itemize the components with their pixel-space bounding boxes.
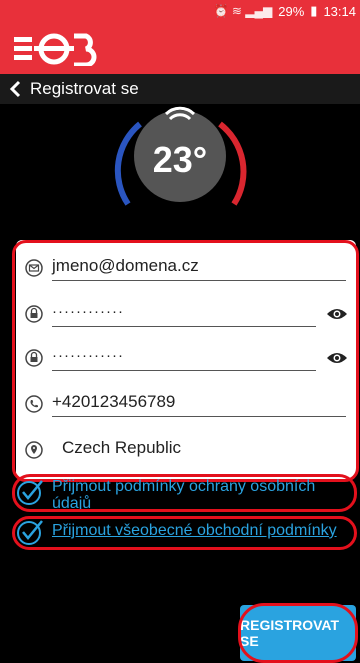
register-button[interactable]: REGISTROVAT SE	[240, 605, 356, 661]
brand-logo	[14, 33, 97, 66]
navigation-bar: Registrovat se	[0, 74, 360, 104]
phone-icon	[24, 394, 44, 414]
privacy-consent-row[interactable]: Přijmout podmínky ochrany osobních údajů	[16, 478, 356, 512]
battery-percentage: 29%	[278, 3, 305, 19]
app-header	[0, 22, 360, 74]
terms-checkbox-icon[interactable]	[16, 518, 44, 546]
password-input[interactable]: ············	[52, 301, 316, 327]
svg-text:23°: 23°	[153, 139, 207, 180]
battery-icon: ▮	[310, 3, 318, 18]
email-input[interactable]: jmeno@domena.cz	[52, 255, 346, 281]
phone-field[interactable]: +420123456789	[16, 384, 356, 424]
thermostat-dial: 23°	[100, 104, 260, 214]
privacy-consent-label[interactable]: Přijmout podmínky ochrany osobních údajů	[52, 478, 356, 512]
terms-consent-label[interactable]: Přijmout všeobecné obchodní podmínky	[52, 522, 337, 539]
location-pin-icon	[24, 440, 44, 460]
status-bar: ⏰ ≋ ▂▄▆ 29% ▮ 13:14	[0, 0, 360, 22]
phone-input[interactable]: +420123456789	[52, 391, 346, 417]
status-icons: ⏰ ≋ ▂▄▆	[213, 4, 273, 18]
registration-form: jmeno@domena.cz ············ ···········…	[16, 240, 356, 480]
back-icon[interactable]	[0, 74, 30, 104]
password-confirm-field[interactable]: ············	[16, 338, 356, 378]
email-icon	[24, 258, 44, 278]
thermostat-gauge-icon: 23°	[114, 106, 247, 206]
password-field[interactable]: ············	[16, 294, 356, 334]
show-password-confirm-eye-icon[interactable]	[326, 347, 348, 369]
lock-icon	[24, 304, 44, 324]
country-field[interactable]: Czech Republic	[16, 430, 356, 470]
country-select[interactable]: Czech Republic	[52, 437, 346, 463]
terms-consent-row[interactable]: Přijmout všeobecné obchodní podmínky	[16, 518, 356, 546]
password-confirm-input[interactable]: ············	[52, 345, 316, 371]
clock: 13:14	[323, 3, 356, 19]
page-title: Registrovat se	[30, 79, 139, 98]
lock-icon	[24, 348, 44, 368]
show-password-eye-icon[interactable]	[326, 303, 348, 325]
email-field[interactable]: jmeno@domena.cz	[16, 248, 356, 288]
privacy-checkbox-icon[interactable]	[16, 478, 44, 506]
